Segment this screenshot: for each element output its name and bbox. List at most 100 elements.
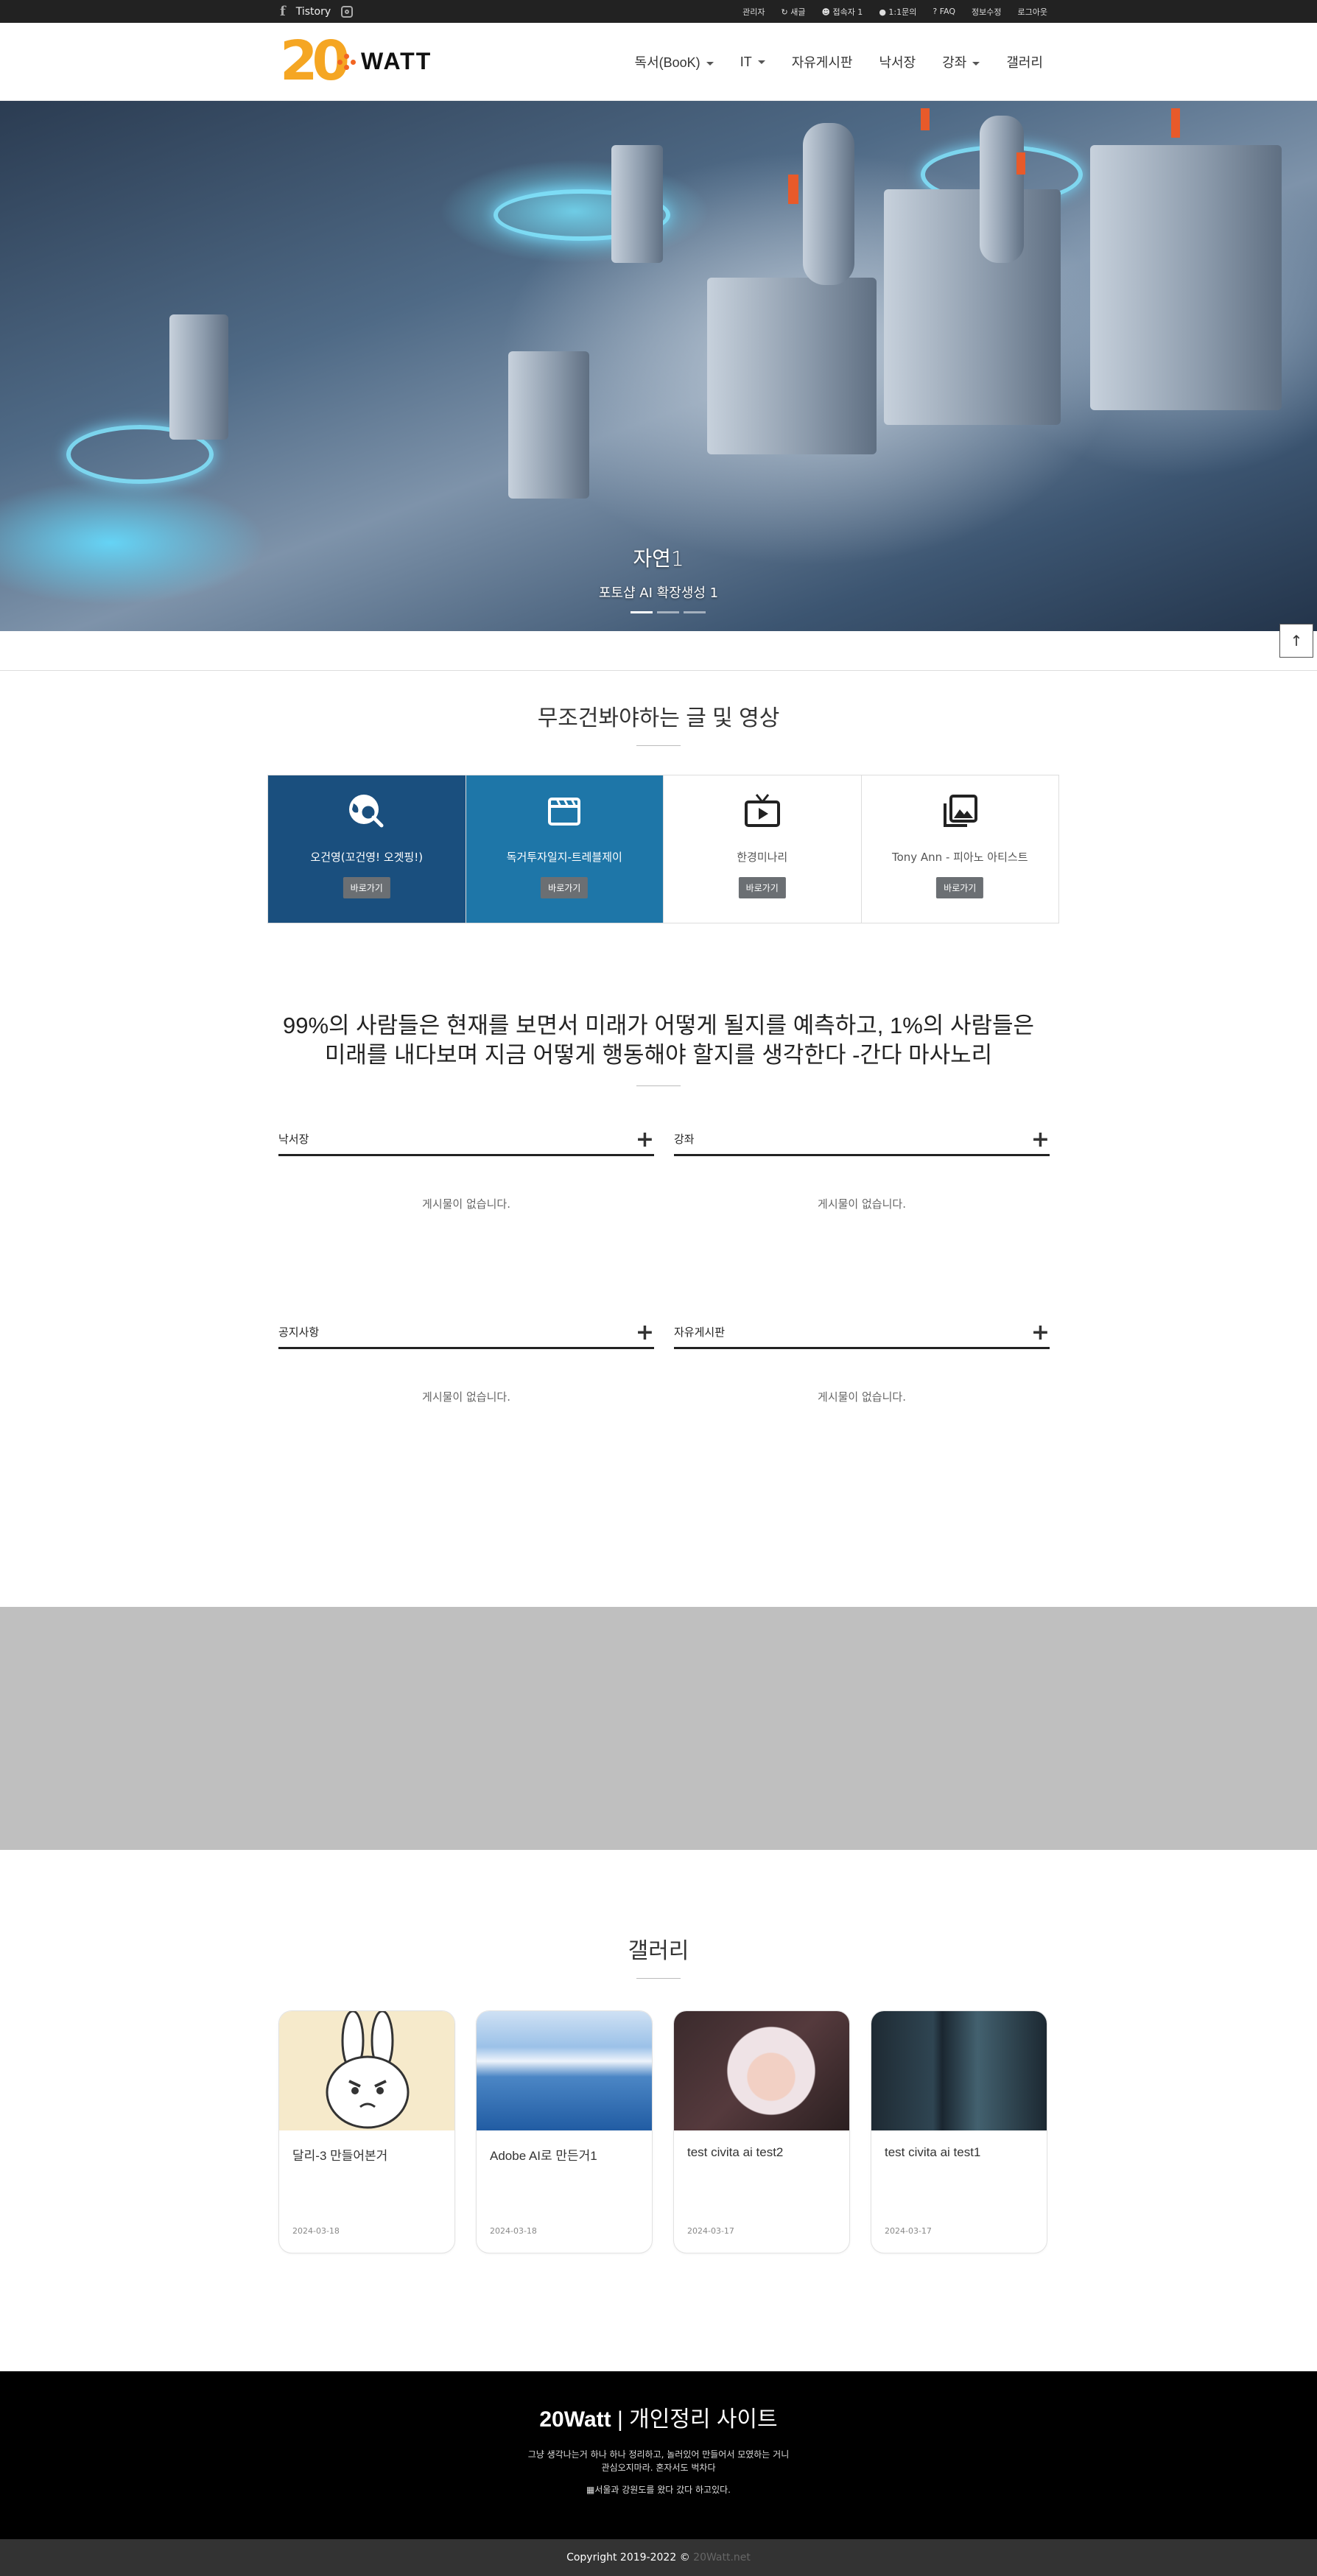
new-posts-label: 새글 [790, 7, 806, 17]
carousel-indicator[interactable] [684, 611, 706, 613]
hero-building [884, 189, 1061, 425]
gallery-card[interactable]: test civita ai test2 2024-03-17 [673, 2010, 850, 2253]
gallery-thumbnail[interactable] [871, 2011, 1047, 2130]
board-empty-message: 게시물이 없습니다. [818, 1390, 906, 1404]
hero-subtitle: 포토샵 AI 확장생성 1 [598, 585, 719, 601]
footer-title-rest: | 개인정리 사이트 [611, 2407, 778, 2432]
plus-icon[interactable]: + [636, 1320, 654, 1346]
scroll-to-top-button[interactable]: ↑ [1279, 624, 1313, 658]
hero-building [707, 278, 877, 454]
board-header: 낙서장 + [278, 1127, 654, 1156]
visitors-label: 접속자 1 [832, 7, 863, 17]
inquiry-link[interactable]: ● 1:1문의 [879, 6, 916, 18]
copyright-link[interactable]: 20Watt.net [693, 2552, 751, 2563]
title-underline [636, 745, 681, 746]
gallery-item-title[interactable]: test civita ai test1 [885, 2145, 980, 2160]
search-globe-icon [348, 795, 384, 828]
clapperboard-icon [548, 798, 581, 826]
nav-item-free-board[interactable]: 자유게시판 [792, 52, 853, 71]
board-panel-lecture: 강좌 + 게시물이 없습니다. [674, 1127, 1050, 1245]
site-header: 20 WATT 독서(BooK) IT 자유게시판 낙서장 강좌 갤러리 [0, 23, 1317, 101]
board-title[interactable]: 자유게시판 [674, 1324, 725, 1340]
plus-icon[interactable]: + [1031, 1320, 1050, 1346]
quote-line: 99%의 사람들은 현재를 보면서 미래가 어떻게 될지를 예측하고, 1%의 … [282, 1013, 1035, 1038]
go-button[interactable]: 바로가기 [936, 877, 984, 898]
gallery-card[interactable]: test civita ai test1 2024-03-17 [871, 2010, 1047, 2253]
gallery-thumbnail[interactable] [674, 2011, 849, 2130]
hero-building [980, 116, 1024, 263]
hero-chimney-stripe [921, 108, 930, 130]
carousel-indicators [631, 611, 706, 613]
main-nav: 독서(BooK) IT 자유게시판 낙서장 강좌 갤러리 [635, 23, 1043, 101]
gallery-thumbnail[interactable] [279, 2011, 454, 2130]
go-button[interactable]: 바로가기 [738, 877, 786, 898]
site-logo[interactable]: 20 WATT [280, 32, 435, 91]
section-divider [0, 670, 1317, 671]
card-label: 오건영(꼬건영! 오겟핑!) [310, 851, 424, 864]
hero-chimney-stripe [788, 175, 798, 204]
quote-line: 미래를 내다보며 지금 어떻게 행동해야 할지를 생각한다 -간다 마사노리 [324, 1042, 993, 1068]
nav-label: IT [740, 54, 752, 69]
facebook-icon[interactable]: f [280, 4, 286, 19]
logout-link[interactable]: 로그아웃 [1018, 6, 1047, 18]
gallery-item-date: 2024-03-17 [687, 2226, 734, 2236]
admin-link[interactable]: 관리자 [742, 6, 765, 18]
logo-dots [337, 54, 357, 70]
go-button[interactable]: 바로가기 [541, 877, 589, 898]
featured-card[interactable]: Tony Ann - 피아노 아티스트 바로가기 [862, 775, 1059, 923]
instagram-icon[interactable] [341, 5, 354, 18]
edit-profile-link[interactable]: 정보수정 [972, 6, 1001, 18]
copyright-bar: Copyright 2019-2022 © 20Watt.net [0, 2539, 1317, 2576]
nav-item-it[interactable]: IT [740, 54, 765, 70]
top-utility-bar: f Tistory 관리자 ↻ 새글 ☻ 접속자 1 ● 1:1문의 ? FAQ… [0, 0, 1317, 23]
rabbit-illustration [326, 2011, 410, 2129]
carousel-indicator[interactable] [631, 611, 653, 613]
gallery-item-date: 2024-03-18 [292, 2226, 340, 2236]
gallery-card[interactable]: 달리-3 만들어본거 2024-03-18 [278, 2010, 455, 2253]
board-empty-message: 게시물이 없습니다. [422, 1197, 510, 1211]
caret-down-icon [972, 61, 980, 66]
carousel-indicator[interactable] [657, 611, 679, 613]
gallery-card[interactable]: Adobe AI로 만든거1 2024-03-18 [476, 2010, 653, 2253]
tistory-link[interactable]: Tistory [296, 6, 331, 18]
caret-down-icon [706, 61, 714, 66]
gallery-title: 갤러리 [628, 1939, 689, 1963]
card-label: Tony Ann - 피아노 아티스트 [891, 851, 1028, 864]
board-title[interactable]: 강좌 [674, 1131, 695, 1147]
board-panel-free: 자유게시판 + 게시물이 없습니다. [674, 1320, 1050, 1437]
footer-title-bold: 20Watt [539, 2407, 611, 2432]
board-header: 공지사항 + [278, 1320, 654, 1349]
board-title[interactable]: 낙서장 [278, 1131, 309, 1147]
caret-down-icon [757, 60, 765, 65]
nav-item-gallery[interactable]: 갤러리 [1006, 52, 1043, 71]
gallery-item-title[interactable]: test civita ai test2 [687, 2145, 783, 2160]
board-title[interactable]: 공지사항 [278, 1324, 319, 1340]
nav-item-scribble[interactable]: 낙서장 [879, 52, 916, 71]
new-posts-link[interactable]: ↻ 새글 [782, 6, 806, 18]
gallery-item-title[interactable]: 달리-3 만들어본거 [292, 2145, 387, 2164]
hero-building [169, 314, 228, 440]
featured-card[interactable]: 독거투자일지-트레블제이 바로가기 [466, 775, 664, 923]
hero-caption: 자연1 포토샵 AI 확장생성 1 [0, 543, 1317, 602]
gallery-thumbnail[interactable] [477, 2011, 652, 2130]
featured-cards: 오건영(꼬건영! 오겟핑!) 바로가기 독거투자일지-트레블제이 바로가기 한경… [267, 775, 1059, 923]
board-empty-message: 게시물이 없습니다. [818, 1197, 906, 1211]
hero-chimney-stripe [1016, 152, 1025, 175]
nav-item-book[interactable]: 독서(BooK) [635, 52, 714, 71]
card-label: 한경미나리 [737, 851, 788, 864]
plus-icon[interactable]: + [1031, 1127, 1050, 1153]
featured-card[interactable]: 오건영(꼬건영! 오겟핑!) 바로가기 [268, 775, 466, 923]
gallery-item-title[interactable]: Adobe AI로 만든거1 [490, 2145, 597, 2164]
go-button[interactable]: 바로가기 [343, 877, 390, 898]
nav-item-lecture[interactable]: 강좌 [942, 52, 980, 71]
gallery-item-date: 2024-03-18 [490, 2226, 537, 2236]
board-panel-notice: 공지사항 + 게시물이 없습니다. [278, 1320, 654, 1437]
faq-link[interactable]: ? FAQ [933, 7, 955, 16]
hero-slider[interactable]: 자연1 포토샵 AI 확장생성 1 [0, 101, 1317, 631]
nav-label: 독서(BooK) [634, 55, 700, 70]
footer-location: ▦서울과 강원도를 왔다 갔다 하고있다. [586, 2485, 731, 2495]
inquiry-label: 1:1문의 [888, 7, 917, 17]
plus-icon[interactable]: + [636, 1127, 654, 1153]
featured-card[interactable]: 한경미나리 바로가기 [664, 775, 862, 923]
visitors-link[interactable]: ☻ 접속자 1 [821, 6, 863, 18]
